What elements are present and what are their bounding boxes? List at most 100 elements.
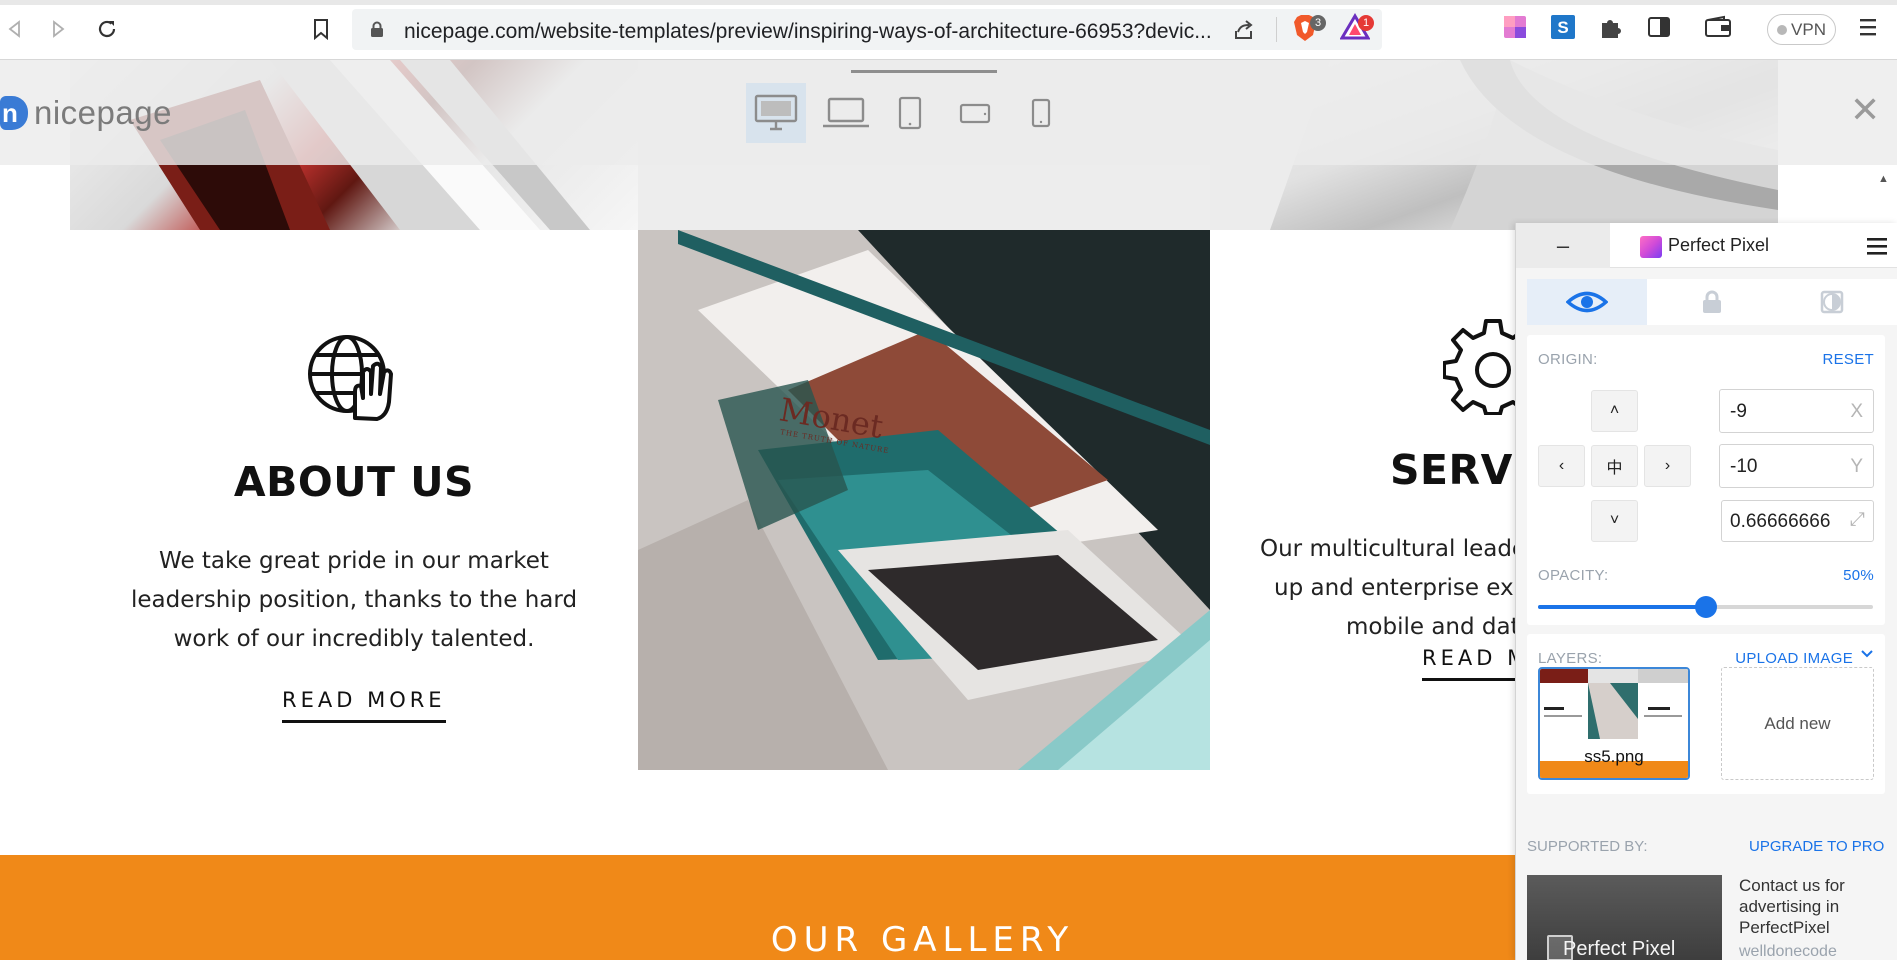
tab-strip (0, 0, 1897, 5)
pp-opacity-slider-fill (1538, 605, 1706, 609)
pp-menu-icon[interactable] (1866, 236, 1888, 261)
sidepanel-icon[interactable] (1646, 14, 1676, 44)
pp-title: Perfect Pixel (1668, 235, 1770, 255)
lock-icon[interactable] (370, 21, 384, 43)
about-line-3: work of our incredibly talented. (173, 626, 535, 652)
pp-scale-field[interactable]: 0.66666666 ⤢ (1721, 500, 1874, 542)
address-bar[interactable]: nicepage.com/website-templates/preview/i… (352, 9, 1382, 50)
pp-opacity-value: 50% (1843, 567, 1874, 584)
chevron-right-icon: › (1664, 457, 1671, 474)
close-preview-icon[interactable]: ✕ (1850, 92, 1880, 128)
pp-ad-domain[interactable]: welldonecode (1739, 943, 1837, 960)
s-ext-icon[interactable]: S (1550, 14, 1580, 44)
chevron-down-icon: ˅ (1609, 512, 1620, 529)
pp-layer-name: ss5.png (1584, 747, 1644, 766)
vpn-button[interactable]: VPN (1767, 14, 1836, 45)
nicepage-logo-text: nicepage (34, 94, 172, 131)
pp-logo-icon (1640, 236, 1662, 258)
center-icon: 中 (1606, 460, 1623, 477)
about-line-1: We take great pride in our market (159, 548, 549, 574)
invert-icon (1820, 290, 1844, 314)
url-text[interactable]: nicepage.com/website-templates/preview/i… (404, 20, 1212, 44)
omnibox-divider (1276, 17, 1277, 42)
pp-layer-thumbnail[interactable]: ss5.png (1538, 667, 1690, 780)
pp-header: – Perfect Pixel (1516, 223, 1897, 268)
browser-toolbar: nicepage.com/website-templates/preview/i… (0, 0, 1897, 60)
reload-icon[interactable] (92, 14, 122, 44)
pp-scale-value[interactable]: 0.66666666 (1730, 511, 1830, 533)
pp-move-up-button[interactable]: ˄ (1591, 390, 1638, 432)
brave-shield-badge: 3 (1310, 15, 1326, 31)
pp-invert-tab[interactable] (1772, 279, 1892, 325)
pp-opacity-label: OPACITY: (1538, 567, 1609, 584)
brave-rewards-badge: 1 (1358, 15, 1374, 31)
pp-opacity-slider[interactable] (1538, 596, 1873, 618)
pp-move-right-button[interactable]: › (1644, 445, 1691, 487)
svg-text:S: S (1557, 18, 1568, 37)
pp-layers-card: LAYERS: UPLOAD IMAGE ss5.png Add new (1527, 634, 1885, 794)
pp-y-field[interactable]: -10 Y (1719, 444, 1874, 488)
perfect-pixel-panel: – Perfect Pixel ORIGIN: RESET ˄ ‹ 中 › ˅ … (1515, 223, 1897, 960)
pp-minimize-button[interactable]: – (1516, 223, 1610, 268)
pp-add-layer-button[interactable]: Add new (1721, 667, 1874, 780)
pp-reset-link[interactable]: RESET (1822, 351, 1874, 368)
pp-lock-tab[interactable] (1652, 279, 1772, 325)
perfect-pixel-ext-icon[interactable] (1502, 14, 1532, 44)
wallet-icon[interactable] (1704, 14, 1734, 44)
pp-layers-label: LAYERS: (1538, 650, 1603, 667)
resize-icon: ⤢ (1849, 509, 1865, 530)
pp-move-down-button[interactable]: ˅ (1591, 500, 1638, 542)
tablet-icon (898, 96, 922, 130)
preview-toolbar: n nicepage ✕ (0, 60, 1897, 165)
pp-upgrade-link[interactable]: UPGRADE TO PRO (1749, 838, 1884, 855)
pp-origin-label: ORIGIN: (1538, 351, 1598, 368)
scroll-up-icon[interactable]: ▲ (1878, 173, 1889, 185)
pp-center-button[interactable]: 中 (1591, 445, 1638, 487)
pp-y-unit: Y (1850, 456, 1863, 477)
puzzle-icon[interactable] (1598, 14, 1628, 44)
pp-visibility-tab[interactable] (1527, 279, 1647, 325)
pp-origin-card: ORIGIN: RESET ˄ ‹ 中 › ˅ -9 X -10 Y 0.666… (1527, 335, 1885, 625)
pp-ad-image-label: Perfect Pixel (1563, 938, 1676, 960)
forward-icon[interactable] (43, 14, 73, 44)
chevron-left-icon: ‹ (1558, 457, 1565, 474)
brave-rewards-icon[interactable]: 1 (1339, 13, 1374, 43)
pp-mode-tabs (1527, 279, 1897, 325)
services-heading: SERVI (1390, 446, 1529, 494)
nicepage-logo-mark: n (0, 96, 28, 130)
device-laptop-button[interactable] (816, 83, 876, 143)
vpn-status-dot (1777, 24, 1788, 35)
tablet-landscape-icon (959, 103, 991, 124)
about-us-text: We take great pride in our market leader… (0, 542, 708, 659)
pp-opacity-slider-handle[interactable] (1694, 596, 1717, 618)
globe-hand-icon (305, 332, 403, 427)
services-read-more-link[interactable]: READ M (1422, 646, 1530, 681)
pp-upload-image-link[interactable]: UPLOAD IMAGE (1735, 650, 1853, 667)
device-desktop-button[interactable] (746, 83, 806, 143)
menu-icon[interactable] (1856, 14, 1886, 44)
desktop-icon (754, 94, 798, 131)
brave-shield-icon[interactable]: 3 (1292, 13, 1326, 43)
about-read-more-link[interactable]: READ MORE (282, 688, 446, 723)
device-tablet-landscape-button[interactable] (952, 83, 998, 143)
phone-icon (1031, 98, 1051, 128)
staircase-photo: Monet THE TRUTH OF NATURE (638, 230, 1210, 770)
pp-move-left-button[interactable]: ‹ (1538, 445, 1585, 487)
back-icon[interactable] (0, 14, 30, 44)
pp-y-value[interactable]: -10 (1730, 456, 1757, 478)
share-icon[interactable] (1232, 19, 1256, 46)
device-tablet-button[interactable] (887, 83, 933, 143)
pp-ad-text[interactable]: Contact us for advertising in PerfectPix… (1739, 875, 1889, 938)
chevron-down-icon[interactable] (1860, 647, 1874, 666)
bookmark-icon[interactable] (306, 14, 336, 44)
about-us-heading: ABOUT US (233, 458, 475, 506)
eye-icon (1566, 291, 1608, 313)
pp-ad-image[interactable]: Perfect Pixel (1527, 875, 1722, 960)
laptop-icon (823, 97, 869, 128)
pp-x-field[interactable]: -9 X (1719, 389, 1874, 433)
device-phone-button[interactable] (1018, 83, 1064, 143)
about-line-2: leadership position, thanks to the hard (130, 587, 578, 613)
device-selector-indicator (851, 70, 997, 73)
nicepage-logo[interactable]: n nicepage (0, 94, 172, 132)
pp-x-value[interactable]: -9 (1730, 401, 1747, 423)
